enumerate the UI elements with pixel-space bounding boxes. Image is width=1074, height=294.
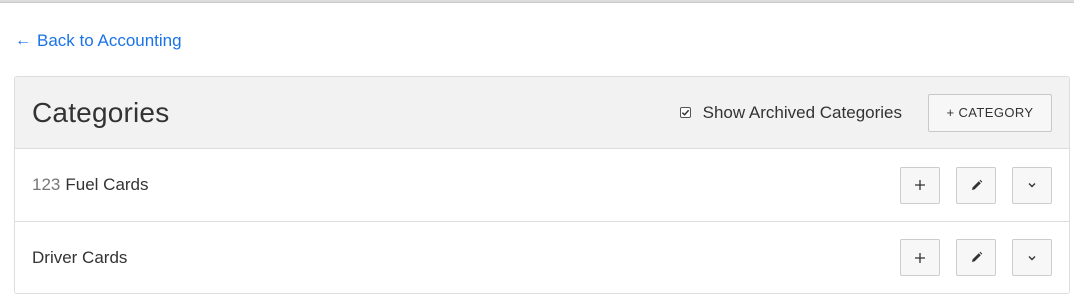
plus-icon bbox=[915, 180, 925, 190]
add-subcategory-button[interactable] bbox=[900, 166, 940, 204]
row-actions bbox=[900, 239, 1052, 276]
categories-panel: Categories Show Archived Categories + CA… bbox=[14, 76, 1070, 294]
add-subcategory-button[interactable] bbox=[900, 239, 940, 276]
arrow-left-icon: ← bbox=[15, 32, 31, 49]
expand-category-button[interactable] bbox=[1012, 239, 1052, 276]
page-title: Categories bbox=[32, 96, 170, 128]
category-row-fuel-cards: 123 Fuel Cards bbox=[15, 149, 1069, 221]
pencil-icon bbox=[971, 251, 982, 262]
edit-category-button[interactable] bbox=[956, 166, 996, 204]
chevron-down-icon bbox=[1028, 255, 1036, 260]
expand-category-button[interactable] bbox=[1012, 166, 1052, 204]
row-actions bbox=[900, 166, 1052, 204]
category-row-driver-cards: Driver Cards bbox=[15, 221, 1069, 293]
category-label: 123 Fuel Cards bbox=[32, 175, 149, 195]
category-name: Fuel Cards bbox=[65, 175, 149, 194]
edit-category-button[interactable] bbox=[956, 239, 996, 276]
category-label: Driver Cards bbox=[32, 248, 127, 268]
category-code: 123 bbox=[32, 175, 61, 194]
panel-header: Categories Show Archived Categories + CA… bbox=[15, 77, 1069, 149]
add-category-button[interactable]: + CATEGORY bbox=[928, 93, 1052, 132]
show-archived-toggle[interactable]: Show Archived Categories bbox=[679, 102, 902, 123]
category-name: Driver Cards bbox=[32, 247, 128, 267]
pencil-icon bbox=[971, 179, 982, 190]
top-divider bbox=[0, 0, 1074, 3]
header-controls: Show Archived Categories + CATEGORY bbox=[679, 93, 1052, 132]
plus-icon bbox=[915, 252, 925, 263]
back-to-accounting-link[interactable]: ← Back to Accounting bbox=[15, 30, 182, 52]
show-archived-checkbox[interactable] bbox=[679, 107, 691, 118]
chevron-down-icon bbox=[1028, 183, 1036, 188]
show-archived-label: Show Archived Categories bbox=[702, 102, 902, 122]
back-link-label: Back to Accounting bbox=[37, 31, 182, 50]
check-icon bbox=[681, 109, 689, 116]
